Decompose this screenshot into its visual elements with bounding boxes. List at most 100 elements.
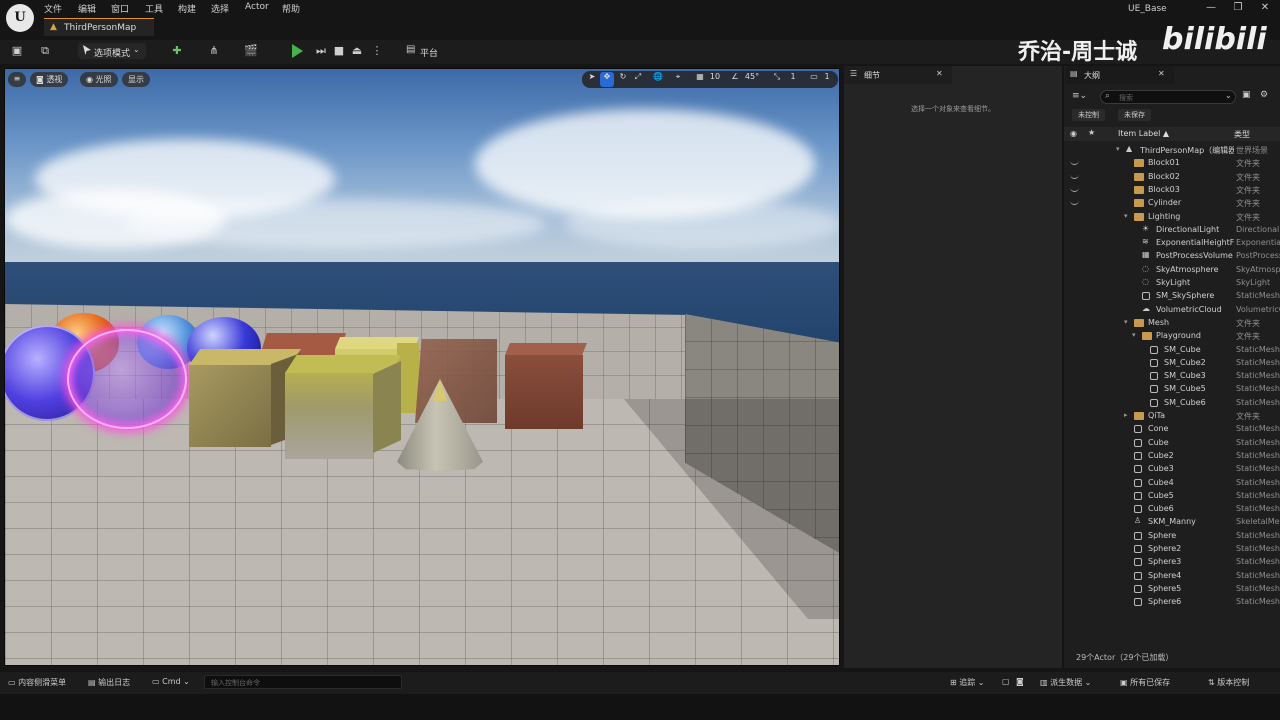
scale-tool-icon[interactable]: ⤢ xyxy=(632,72,644,87)
content-drawer-button[interactable]: ▭ 内容侧滑菜单 xyxy=(8,677,66,688)
translate-tool-icon[interactable]: ✥ xyxy=(600,72,614,87)
menu-build[interactable]: 构建 xyxy=(178,2,196,15)
save-icon[interactable]: ▣ xyxy=(10,44,24,58)
platform-button[interactable]: ▤ 平台 xyxy=(404,43,452,59)
camera-speed-value[interactable]: 1 xyxy=(822,72,832,87)
viewport-menu-button[interactable]: ≡ xyxy=(8,72,26,87)
lighting-button[interactable]: ◉ 光照 xyxy=(80,72,118,87)
menu-actor[interactable]: Actor xyxy=(245,2,269,14)
level-tab[interactable]: ▲ ThirdPersonMap xyxy=(44,18,154,36)
rotation-snap-icon[interactable]: ∠ xyxy=(730,72,740,87)
outliner-row[interactable]: Block01 文件夹 xyxy=(1064,157,1280,170)
outliner-row[interactable]: ▾ Lighting 文件夹 xyxy=(1064,211,1280,224)
scale-snap-value[interactable]: 1 xyxy=(788,72,798,87)
mode-select-button[interactable]: 选项模式 ⌄ xyxy=(78,43,146,59)
stop-icon[interactable]: ■ xyxy=(332,44,346,58)
camera-speed-icon[interactable]: ▭ xyxy=(808,72,820,87)
outliner-row[interactable]: ▾ ▲ ThirdPersonMap（编辑器） 世界场景 xyxy=(1064,144,1280,157)
brown-cube[interactable] xyxy=(505,343,587,429)
outliner-row[interactable]: Cube2 StaticMeshActor xyxy=(1064,450,1280,463)
outliner-row[interactable]: Sphere2 StaticMeshActor xyxy=(1064,543,1280,556)
outliner-row[interactable]: SM_Cube StaticMeshActor xyxy=(1064,344,1280,357)
perspective-button[interactable]: ◙ 透视 xyxy=(30,72,69,87)
outliner-search-input[interactable]: ⌕ 搜索 ⌄ xyxy=(1100,90,1236,104)
grid-snap-icon[interactable]: ▦ xyxy=(694,72,706,87)
outliner-row[interactable]: ☀ DirectionalLight DirectionalLight xyxy=(1064,224,1280,237)
outliner-row[interactable]: Sphere6 StaticMeshActor xyxy=(1064,596,1280,609)
glowing-hex-sphere[interactable] xyxy=(67,329,187,429)
outliner-row[interactable]: Cube3 StaticMeshActor xyxy=(1064,463,1280,476)
tab-outliner[interactable]: ▤ 大纲 ✕ xyxy=(1066,66,1174,84)
outliner-row[interactable]: Cube6 StaticMeshActor xyxy=(1064,503,1280,516)
column-type[interactable]: 类型 xyxy=(1234,129,1250,140)
filter-chip-uncontrolled[interactable]: 未控制 xyxy=(1072,109,1105,121)
expand-arrow-icon[interactable]: ▾ xyxy=(1116,145,1120,153)
pin-column-icon[interactable]: ★ xyxy=(1088,128,1095,137)
outliner-row[interactable]: ☁ VolumetricCloud VolumetricCloud xyxy=(1064,304,1280,317)
expand-arrow-icon[interactable]: ▾ xyxy=(1124,212,1128,220)
visibility-eye-icon[interactable] xyxy=(1070,186,1079,192)
unreal-logo-icon[interactable]: U xyxy=(6,4,34,32)
menu-tools[interactable]: 工具 xyxy=(145,2,163,15)
outliner-row[interactable]: ◌ SkyLight SkyLight xyxy=(1064,277,1280,290)
cinematics-icon[interactable]: 🎬 xyxy=(244,44,258,58)
outliner-row[interactable]: Sphere5 StaticMeshActor xyxy=(1064,583,1280,596)
close-window-button[interactable]: ✕ xyxy=(1256,2,1274,16)
outliner-row[interactable]: Sphere StaticMeshActor xyxy=(1064,530,1280,543)
rotate-tool-icon[interactable]: ↻ xyxy=(617,72,629,87)
outliner-row[interactable]: SM_Cube2 StaticMeshActor xyxy=(1064,357,1280,370)
screenshot-icon[interactable]: ◙ xyxy=(1016,677,1024,686)
derived-data-button[interactable]: ▥ 派生数据 ⌄ xyxy=(1040,677,1091,688)
outliner-row[interactable]: SM_SkySphere StaticMeshActor xyxy=(1064,290,1280,303)
skip-icon[interactable]: ⏭ xyxy=(314,44,328,58)
menu-select[interactable]: 选择 xyxy=(211,2,229,15)
outliner-row[interactable]: SM_Cube5 StaticMeshActor xyxy=(1064,383,1280,396)
expand-arrow-icon[interactable]: ▾ xyxy=(1124,318,1128,326)
trace-button[interactable]: ⊞ 追踪 ⌄ xyxy=(950,677,985,688)
menu-help[interactable]: 帮助 xyxy=(282,2,300,15)
outliner-row[interactable]: ≋ ExponentialHeightFogExponentialHeightFo… xyxy=(1064,237,1280,250)
add-folder-icon[interactable]: ▣ xyxy=(1242,90,1251,100)
close-icon[interactable]: ✕ xyxy=(936,69,943,78)
outliner-row[interactable]: ♙ SKM_Manny SkeletalMeshActor xyxy=(1064,516,1280,529)
maximize-button[interactable]: ❐ xyxy=(1229,2,1247,16)
outliner-row[interactable]: Sphere4 StaticMeshActor xyxy=(1064,570,1280,583)
close-icon[interactable]: ✕ xyxy=(1158,69,1165,78)
moss-cube[interactable] xyxy=(285,355,401,459)
expand-arrow-icon[interactable]: ▾ xyxy=(1132,331,1136,339)
show-button[interactable]: 显示 xyxy=(122,72,150,87)
eject-icon[interactable]: ⏏ xyxy=(350,44,364,58)
outliner-row[interactable]: ▸ QiTa 文件夹 xyxy=(1064,410,1280,423)
outliner-row[interactable]: Block02 文件夹 xyxy=(1064,171,1280,184)
visibility-column-icon[interactable]: ◉ xyxy=(1070,129,1077,138)
outliner-row[interactable]: Cube StaticMeshActor xyxy=(1064,437,1280,450)
filter-icon[interactable]: ≡⌄ xyxy=(1072,91,1087,101)
level-viewport[interactable]: z xyxy=(4,68,840,666)
cmd-dropdown[interactable]: ▭ Cmd ⌄ xyxy=(152,677,190,686)
outliner-row[interactable]: Block03 文件夹 xyxy=(1064,184,1280,197)
output-log-button[interactable]: ▤ 输出日志 xyxy=(88,677,130,688)
outliner-row[interactable]: Cone StaticMeshActor xyxy=(1064,423,1280,436)
surface-snap-icon[interactable]: ⌖ xyxy=(672,72,684,87)
outliner-row[interactable]: ▾ Playground 文件夹 xyxy=(1064,330,1280,343)
blueprint-icon[interactable]: ⋔ xyxy=(207,44,221,58)
column-item-label[interactable]: Item Label ▲ xyxy=(1118,129,1169,138)
settings-icon[interactable]: ⚙ xyxy=(1260,90,1268,100)
play-button[interactable] xyxy=(292,44,303,58)
menu-window[interactable]: 窗口 xyxy=(111,2,129,15)
more-options-icon[interactable]: ⋮ xyxy=(370,44,384,58)
visibility-eye-icon[interactable] xyxy=(1070,159,1079,166)
outliner-row[interactable]: Cylinder 文件夹 xyxy=(1064,197,1280,210)
grid-snap-value[interactable]: 10 xyxy=(708,72,722,87)
tab-details[interactable]: ☰ 细节 ✕ xyxy=(844,66,952,84)
menu-edit[interactable]: 编辑 xyxy=(78,2,96,15)
scale-snap-icon[interactable]: ⤡ xyxy=(772,72,782,87)
outliner-row[interactable]: Sphere3 StaticMeshActor xyxy=(1064,556,1280,569)
visibility-eye-icon[interactable] xyxy=(1070,173,1079,179)
outliner-row[interactable]: ▾ Mesh 文件夹 xyxy=(1064,317,1280,330)
add-actor-icon[interactable]: ✚ xyxy=(170,44,184,58)
filter-chip-unsaved[interactable]: 未保存 xyxy=(1118,109,1151,121)
outliner-row[interactable]: ◌ SkyAtmosphere SkyAtmosphere xyxy=(1064,264,1280,277)
rotation-snap-value[interactable]: 45° xyxy=(742,72,762,87)
save-all-button[interactable]: ▣ 所有已保存 xyxy=(1120,677,1170,688)
